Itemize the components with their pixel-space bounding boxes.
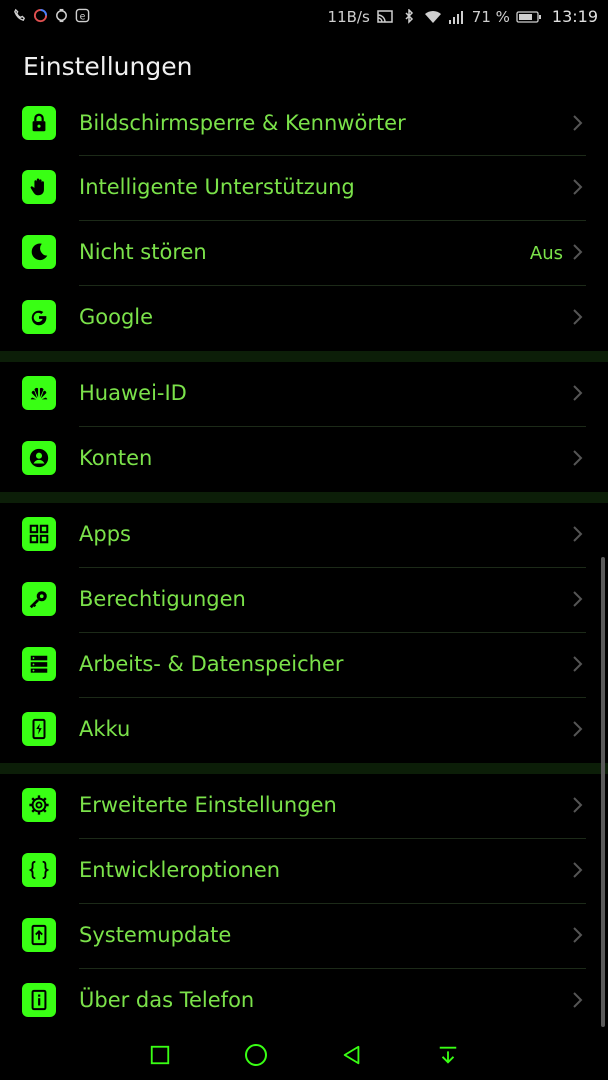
chevron-right-icon (572, 243, 584, 261)
back-button[interactable] (339, 1042, 365, 1068)
settings-item-erweiterte-einstellungen[interactable]: Erweiterte Einstellungen (0, 774, 608, 839)
battery-icon (22, 712, 56, 746)
notification-icons: e (12, 8, 90, 23)
settings-item-label: Apps (79, 522, 131, 546)
navigation-bar (0, 1030, 608, 1080)
group-separator (0, 351, 608, 362)
settings-item-bildschirmsperre[interactable]: Bildschirmsperre & Kennwörter (0, 100, 608, 156)
settings-item-label: Konten (79, 446, 153, 470)
settings-item-huawei-id[interactable]: Huawei-ID (0, 362, 608, 427)
chevron-right-icon (572, 384, 584, 402)
status-bar: e 11B/s 71 % 13:19 (0, 0, 608, 36)
settings-item-label: Berechtigungen (79, 587, 246, 611)
settings-item-arbeits-datenspeicher[interactable]: Arbeits- & Datenspeicher (0, 633, 608, 698)
settings-item-google[interactable]: Google (0, 286, 608, 351)
clock: 13:19 (551, 7, 598, 26)
wifi-icon (424, 9, 442, 25)
chevron-right-icon (572, 114, 584, 132)
moon-icon (22, 235, 56, 269)
group-separator (0, 492, 608, 503)
settings-item-value: Aus (529, 243, 563, 264)
chevron-right-icon (572, 861, 584, 879)
chevron-right-icon (572, 590, 584, 608)
settings-item-entwickleroptionen[interactable]: Entwickleroptionen (0, 839, 608, 904)
gear-icon (22, 788, 56, 822)
settings-item-akku[interactable]: Akku (0, 698, 608, 763)
settings-item-label: Intelligente Unterstützung (79, 175, 355, 199)
chevron-right-icon (572, 991, 584, 1009)
settings-item-nicht-stoeren[interactable]: Nicht stören Aus (0, 221, 608, 286)
settings-item-intelligente-unterstuetzung[interactable]: Intelligente Unterstützung (0, 156, 608, 221)
chevron-right-icon (572, 525, 584, 543)
battery-status-icon (516, 9, 542, 25)
home-button[interactable] (243, 1042, 269, 1068)
system-status: 11B/s 71 % 13:19 (328, 7, 598, 26)
app-bar: Einstellungen (0, 36, 608, 100)
settings-item-label: Bildschirmsperre & Kennwörter (79, 111, 406, 135)
settings-item-label: Google (79, 305, 154, 329)
settings-item-label: Arbeits- & Datenspeicher (79, 652, 344, 676)
settings-item-konten[interactable]: Konten (0, 427, 608, 492)
chevron-right-icon (572, 720, 584, 738)
settings-item-label: Nicht stören (79, 240, 207, 264)
settings-item-label: Akku (79, 717, 131, 741)
info-icon (22, 983, 56, 1017)
huawei-icon (22, 376, 56, 410)
chevron-right-icon (572, 178, 584, 196)
settings-item-berechtigungen[interactable]: Berechtigungen (0, 568, 608, 633)
scrollbar[interactable] (601, 557, 605, 1027)
google-icon (22, 300, 56, 334)
settings-item-systemupdate[interactable]: Systemupdate (0, 904, 608, 969)
apps-grid-icon (22, 517, 56, 551)
settings-item-label: Systemupdate (79, 923, 232, 947)
braces-icon (22, 853, 56, 887)
chevron-right-icon (572, 655, 584, 673)
key-icon (22, 582, 56, 616)
group-separator (0, 763, 608, 774)
chevron-right-icon (572, 796, 584, 814)
signal-icon (448, 9, 466, 25)
settings-item-label: Erweiterte Einstellungen (79, 793, 337, 817)
system-update-icon (22, 918, 56, 952)
chevron-right-icon (572, 449, 584, 467)
e-app-icon: e (75, 8, 90, 23)
notification-pull-down-button[interactable] (435, 1042, 461, 1068)
settings-list: Bildschirmsperre & Kennwörter Intelligen… (0, 100, 608, 1034)
watch-icon (54, 8, 69, 23)
settings-item-apps[interactable]: Apps (0, 503, 608, 568)
bluetooth-icon (400, 8, 418, 25)
settings-item-label: Entwickleroptionen (79, 858, 281, 882)
chevron-right-icon (572, 308, 584, 326)
circle-app-icon (33, 8, 48, 23)
settings-item-label: Huawei-ID (79, 381, 187, 405)
page-title: Einstellungen (23, 52, 193, 81)
battery-percent: 71 % (471, 7, 510, 26)
svg-text:e: e (80, 11, 86, 22)
storage-icon (22, 647, 56, 681)
hand-icon (22, 170, 56, 204)
account-icon (22, 441, 56, 475)
chevron-right-icon (572, 926, 584, 944)
missed-call-icon (12, 8, 27, 23)
settings-item-ueber-das-telefon[interactable]: Über das Telefon (0, 969, 608, 1034)
cast-icon (376, 9, 394, 25)
recent-apps-button[interactable] (147, 1042, 173, 1068)
network-speed: 11B/s (327, 7, 370, 26)
lock-icon (22, 106, 56, 140)
settings-item-label: Über das Telefon (79, 988, 255, 1012)
